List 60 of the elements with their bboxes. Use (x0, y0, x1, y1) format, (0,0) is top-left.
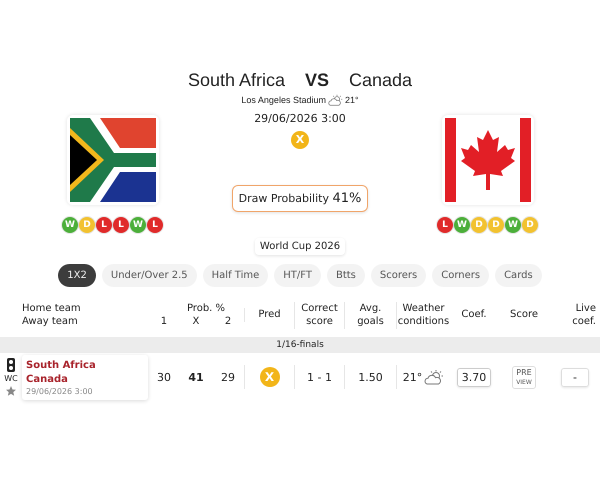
market-tab[interactable]: Corners (432, 264, 490, 287)
column-header: Avg. goals (344, 302, 396, 328)
form-badge: D (488, 217, 504, 233)
column-header: Coef. (460, 308, 488, 322)
competition-code: WC (4, 374, 18, 382)
draw-probability-box: Draw Probability 41% (232, 184, 368, 212)
form-badge: W (454, 217, 470, 233)
probability-value: 29 (220, 370, 236, 386)
temperature-label: 21° (344, 95, 359, 106)
column-header: 2 (224, 316, 232, 327)
match-datetime: 29/06/2026 3:00 (254, 112, 346, 125)
round-header: 1/16-finals (0, 337, 600, 353)
column-header: 1 (160, 316, 168, 327)
probability-value: 30 (156, 370, 172, 386)
market-tab[interactable]: 1X2 (58, 264, 96, 287)
form-badge: L (96, 217, 112, 233)
venue-label: Los Angeles Stadium (241, 95, 326, 106)
column-header: Weather conditions (396, 302, 450, 328)
column-header: Away team (22, 316, 79, 327)
probability-value: 41 (187, 370, 205, 386)
column-header: X (192, 316, 200, 327)
market-tab[interactable]: HT/FT (274, 264, 321, 287)
temperature-value: 21° (402, 370, 422, 384)
market-tab[interactable]: Btts (326, 264, 365, 287)
competition-label: World Cup 2026 (254, 238, 346, 255)
form-badge: L (147, 217, 163, 233)
correct-score-value: 1 - 1 (294, 365, 344, 389)
market-tab[interactable]: Half Time (202, 264, 268, 287)
form-badge: L (437, 217, 453, 233)
away-team-link[interactable]: Canada (26, 372, 144, 386)
form-badge: W (62, 217, 78, 233)
market-tab[interactable]: Scorers (370, 264, 426, 287)
odds-button[interactable]: 3.70 (456, 368, 492, 386)
column-header: Prob. % (186, 303, 226, 314)
versus-label: VS (305, 70, 330, 91)
form-badge: D (79, 217, 95, 233)
prediction-badge: X (260, 367, 280, 387)
home-team-name: South Africa (188, 70, 285, 91)
star-icon[interactable] (5, 384, 17, 396)
column-header: Live coef. (571, 302, 597, 328)
match-datetime: 29/06/2026 3:00 (26, 386, 94, 396)
form-badge: L (113, 217, 129, 233)
partly-cloudy-icon (328, 94, 343, 107)
partly-cloudy-icon (424, 368, 444, 386)
away-team-name: Canada (349, 70, 412, 91)
column-header: Pred (244, 308, 294, 322)
market-tab[interactable]: Under/Over 2.5 (102, 264, 197, 287)
match-card[interactable]: South Africa Canada 29/06/2026 3:00 (22, 354, 148, 400)
form-badge: W (505, 217, 521, 233)
prediction-badge: X (291, 130, 309, 149)
home-team-link[interactable]: South Africa (26, 358, 144, 372)
column-header: Score (508, 308, 539, 322)
column-header: Correct score (294, 302, 344, 328)
form-badge: W (130, 217, 146, 233)
market-tab[interactable]: Cards (495, 264, 542, 287)
live-odds-button[interactable]: - (561, 368, 589, 386)
form-badge: D (522, 217, 538, 233)
column-header: Home team (22, 303, 82, 314)
avg-goals-value: 1.50 (344, 365, 396, 389)
form-badge: D (471, 217, 487, 233)
